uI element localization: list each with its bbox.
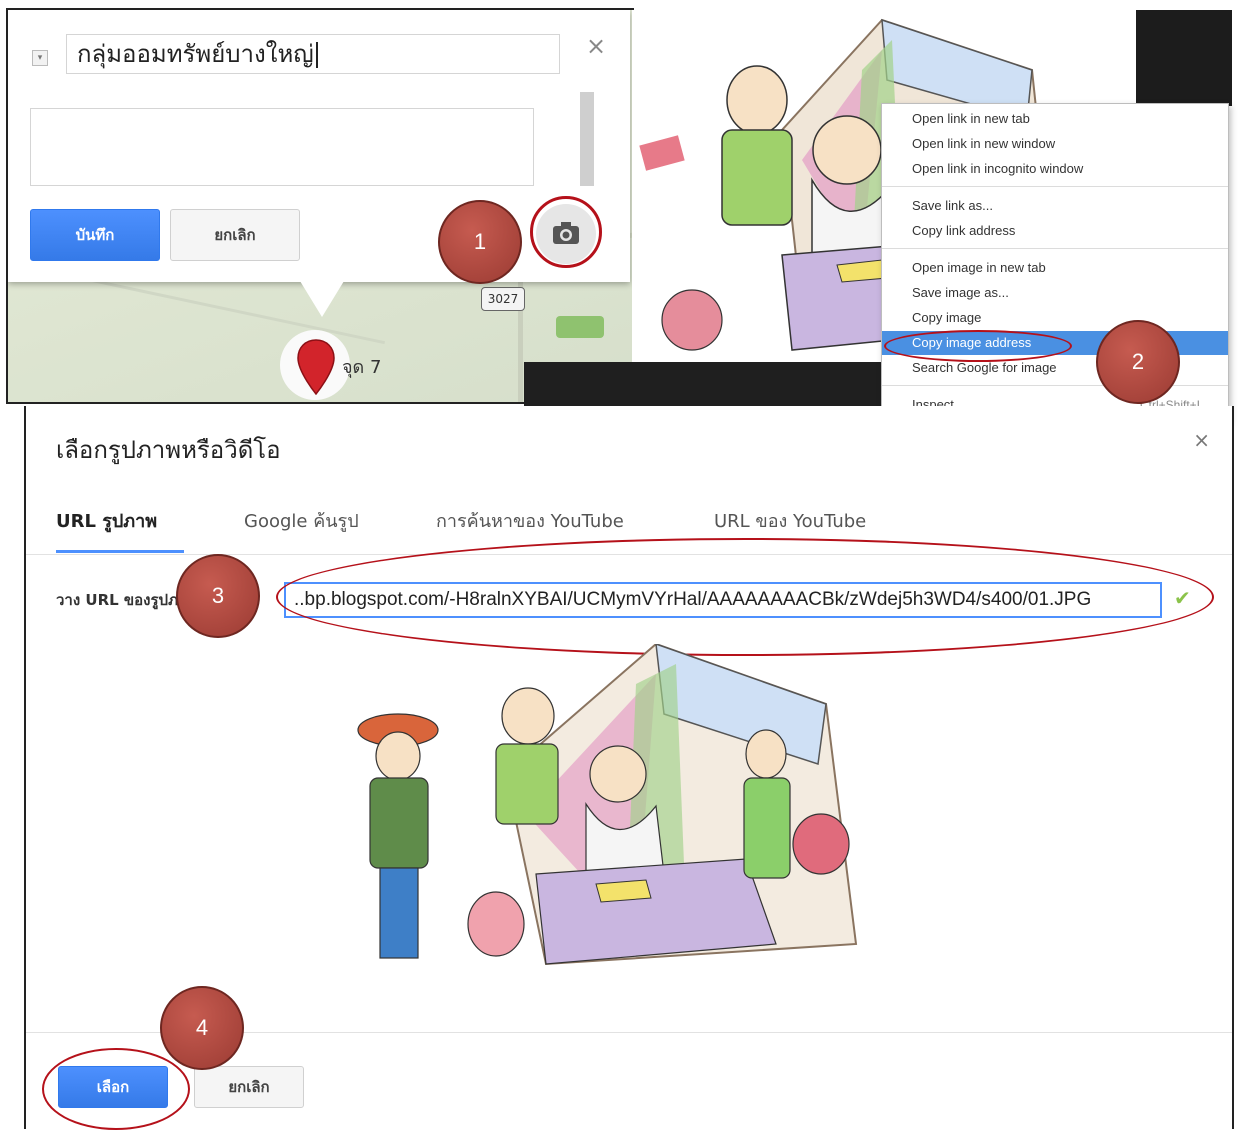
collapse-icon[interactable]: ▾ [32, 50, 48, 66]
dark-background [1136, 10, 1232, 106]
map-green-area [556, 316, 604, 338]
map-marker[interactable]: จุด 7 [280, 330, 430, 400]
annotation-circle [276, 538, 1214, 656]
map-pin-icon [297, 339, 335, 396]
step-badge: 2 [1096, 320, 1180, 404]
annotation-circle [884, 330, 1072, 362]
tab-image-url[interactable]: URL รูปภาพ [56, 506, 157, 535]
menu-item-copy-image[interactable]: Copy image [882, 306, 1228, 330]
marker-label: จุด 7 [342, 357, 382, 378]
dialog-title: เลือกรูปภาพหรือวิดีโอ [56, 436, 281, 464]
cancel-button[interactable]: ยกเลิก [194, 1066, 304, 1108]
annotation-circle [530, 196, 602, 268]
menu-item-open-link-new-tab[interactable]: Open link in new tab [882, 107, 1228, 131]
menu-separator [882, 385, 1228, 386]
tab-google-image-search[interactable]: Google ค้นรูป [244, 506, 359, 535]
menu-item-open-link-incognito[interactable]: Open link in incognito window [882, 157, 1228, 181]
menu-item-copy-link-address[interactable]: Copy link address [882, 219, 1228, 243]
close-icon[interactable]: × [1193, 428, 1210, 452]
place-info-window: ▾ กลุ่มออมทรัพย์บางใหญ่ × บันทึก ยกเลิก [8, 10, 630, 317]
place-title-input[interactable]: กลุ่มออมทรัพย์บางใหญ่ [66, 34, 560, 74]
tab-youtube-search[interactable]: การค้นหาของ YouTube [436, 506, 624, 535]
menu-separator [882, 186, 1228, 187]
menu-item-open-link-new-window[interactable]: Open link in new window [882, 132, 1228, 156]
active-tab-indicator [56, 550, 184, 553]
scrollbar[interactable] [580, 92, 594, 186]
save-button[interactable]: บันทึก [30, 209, 160, 261]
menu-item-save-link-as[interactable]: Save link as... [882, 194, 1228, 218]
step-badge: 4 [160, 986, 244, 1070]
cancel-button[interactable]: ยกเลิก [170, 209, 300, 261]
info-window-pointer [300, 281, 344, 317]
image-preview [357, 644, 858, 966]
route-number-label: 3027 [481, 287, 525, 311]
place-description-input[interactable] [30, 108, 534, 186]
text-caret [315, 42, 318, 68]
menu-item-open-image-new-tab[interactable]: Open image in new tab [882, 256, 1228, 280]
close-icon[interactable]: × [586, 32, 606, 60]
tab-youtube-url[interactable]: URL ของ YouTube [714, 506, 866, 535]
step-badge: 1 [438, 200, 522, 284]
annotation-circle [42, 1048, 190, 1130]
menu-item-save-image-as[interactable]: Save image as... [882, 281, 1228, 305]
place-title-value: กลุ่มออมทรัพย์บางใหญ่ [77, 40, 314, 68]
map-editor-panel: 3027 ▾ กลุ่มออมทรัพย์บางใหญ่ × บันทึก ยก… [6, 8, 634, 404]
step-badge: 3 [176, 554, 260, 638]
menu-separator [882, 248, 1228, 249]
